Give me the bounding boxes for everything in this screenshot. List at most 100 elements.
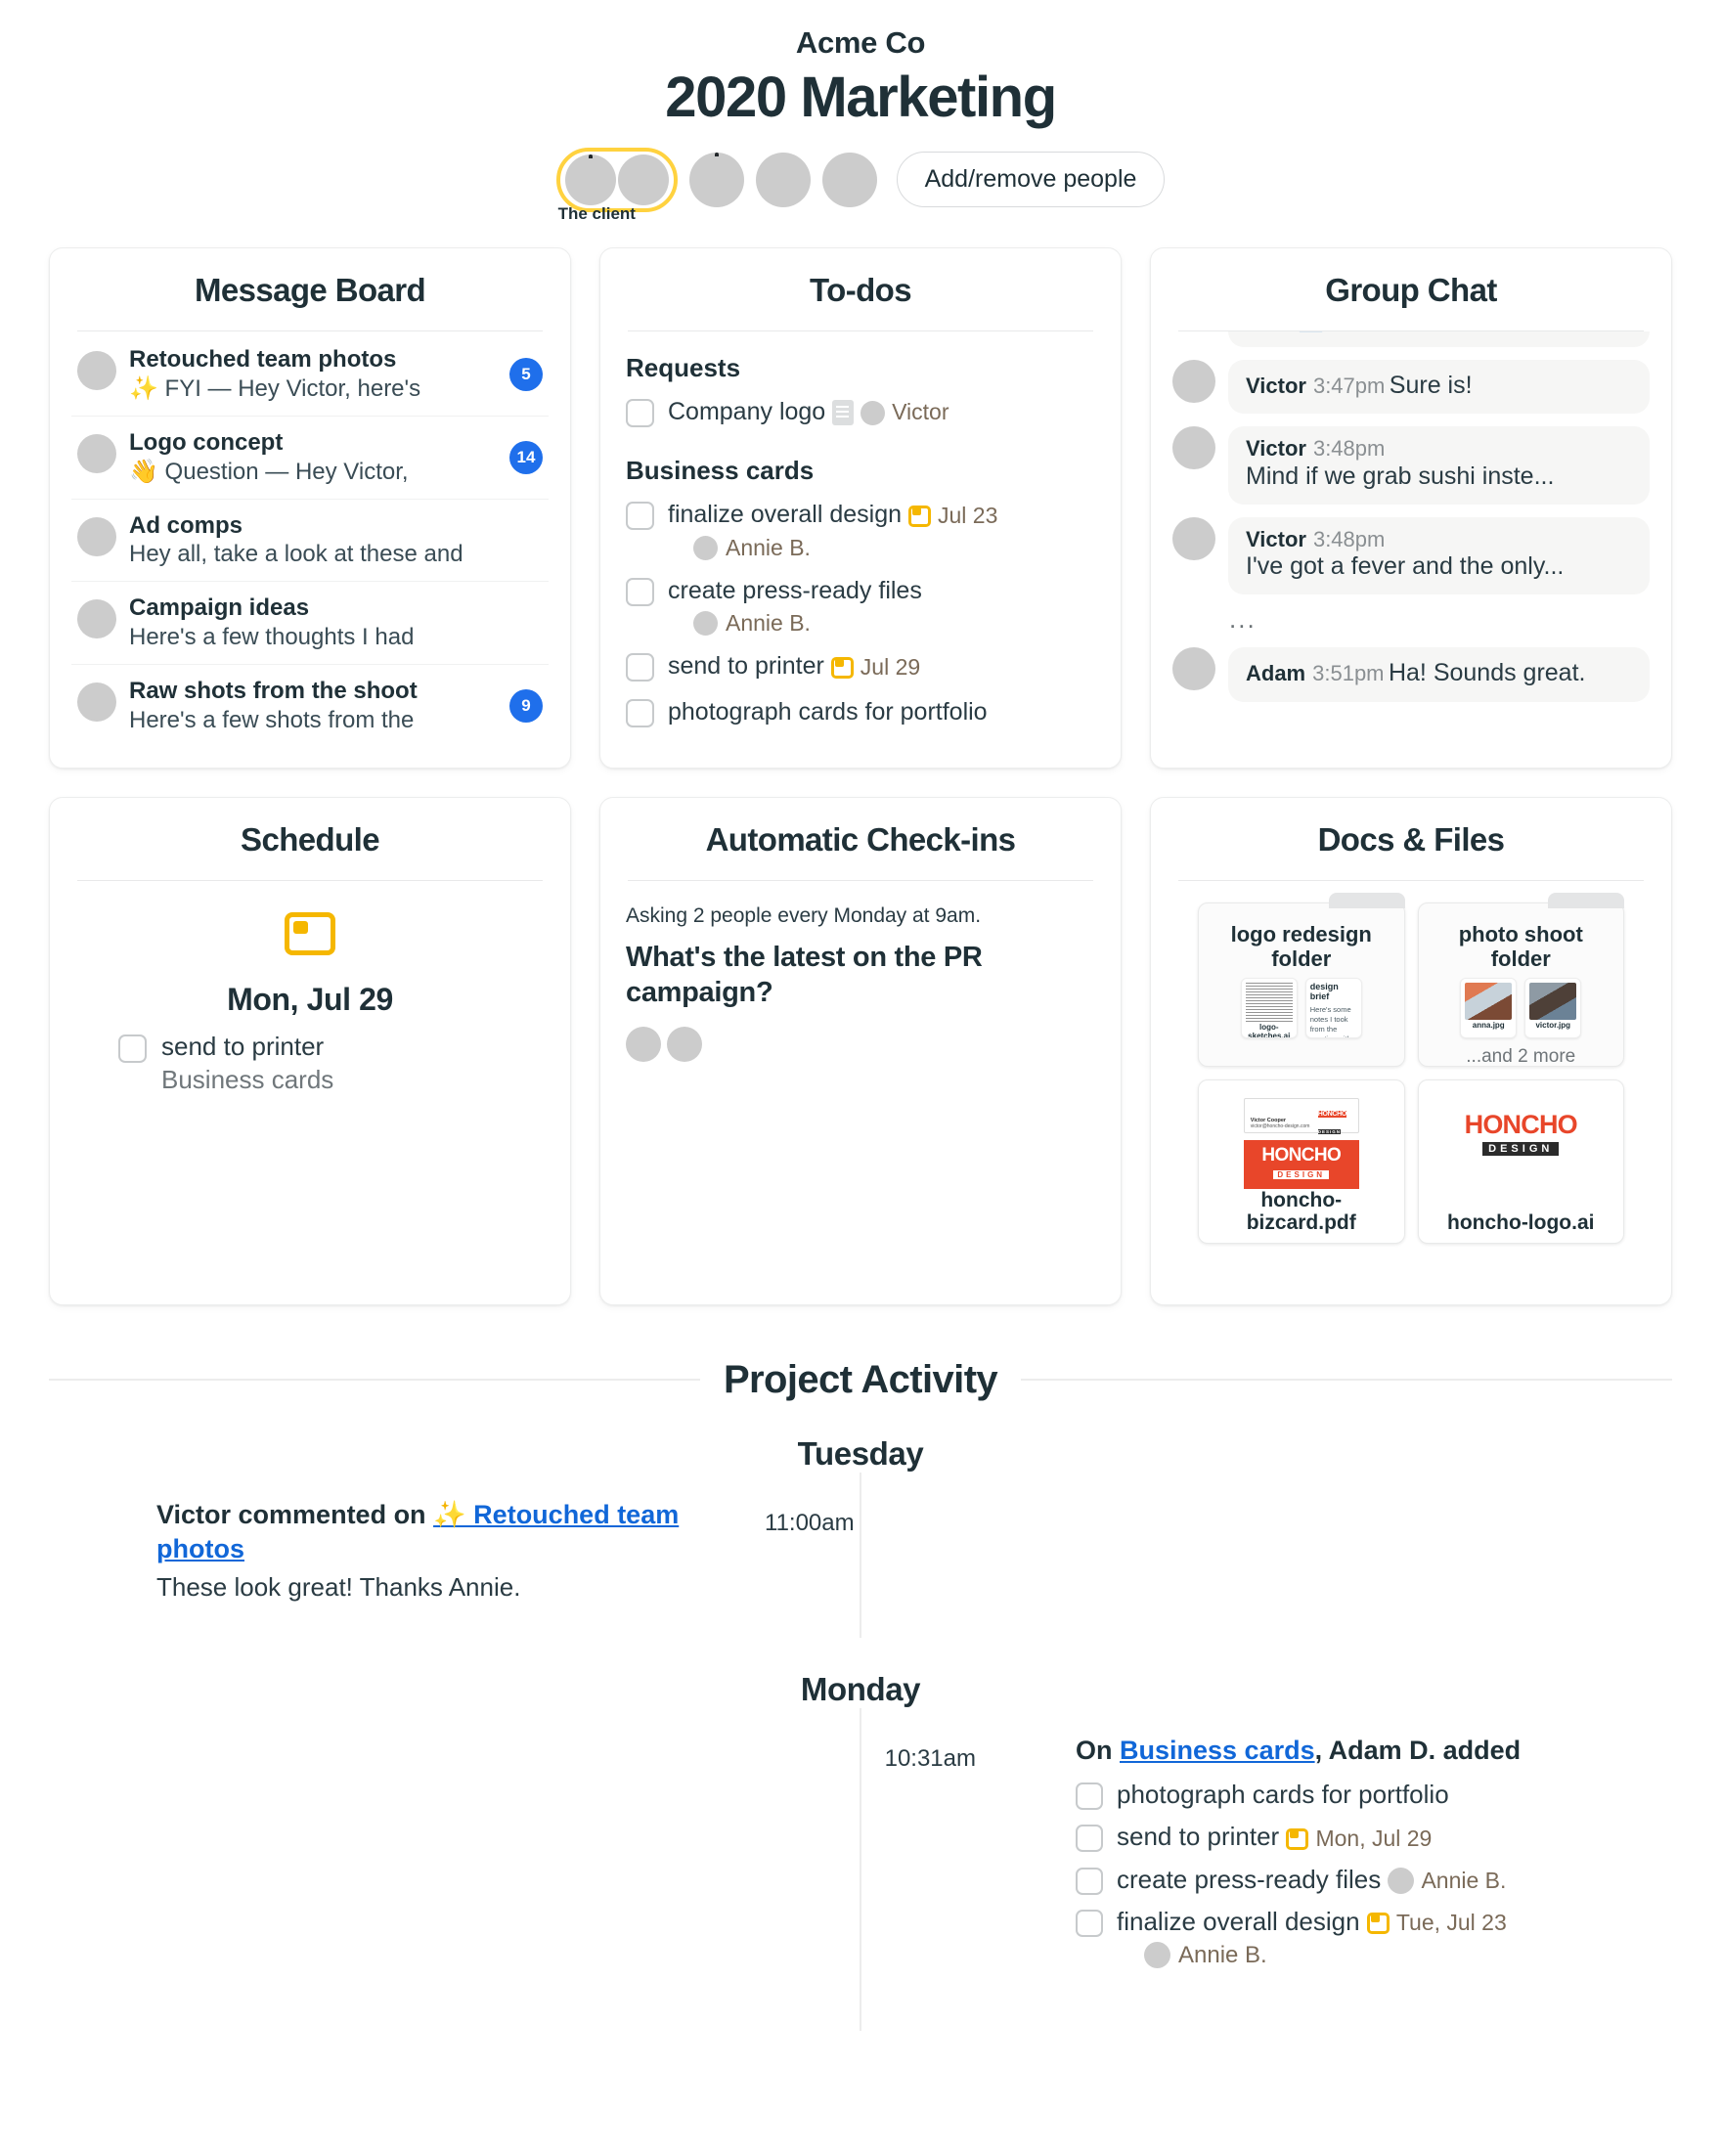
- group-chat-title: Group Chat: [1325, 271, 1497, 308]
- folder-photo-shoot[interactable]: photo shoot folder anna.jpg victor.jpg .…: [1417, 892, 1624, 1067]
- honcho-logo-block: HONCHO DESIGN: [1465, 1111, 1578, 1157]
- checkins-title: Automatic Check-ins: [705, 820, 1016, 858]
- card-group-chat[interactable]: Group Chat Hey 👤 Victor, is 1:00 still l…: [1150, 246, 1672, 769]
- todo-item[interactable]: create press-ready files Annie B.: [1076, 1865, 1643, 1895]
- todo-item[interactable]: Company logo Victor: [622, 389, 1099, 435]
- client-avatar-group[interactable]: The client: [555, 147, 678, 223]
- message-subject: Logo concept: [129, 428, 284, 456]
- list-item[interactable]: Logo concept 👋 Question — Hey Victor, 14: [71, 417, 549, 500]
- card-automatic-checkins[interactable]: Automatic Check-ins Asking 2 people ever…: [599, 796, 1122, 1305]
- todo-text: Company logo: [668, 397, 826, 425]
- chat-message[interactable]: Victor 3:48pm Mind if we grab sushi inste…: [1172, 426, 1650, 505]
- divider: [1178, 879, 1644, 881]
- bizcard-preview: HONCHO DESIGN Victor Cooper victor@honch…: [1243, 1097, 1359, 1134]
- chat-author: Victor: [1246, 526, 1306, 551]
- avatar-annie[interactable]: [755, 152, 811, 207]
- activity-event[interactable]: Victor commented on ✨ Retouched team pho…: [0, 1473, 1721, 1603]
- todo-text: send to printer: [1117, 1822, 1280, 1852]
- checkbox[interactable]: [1076, 1782, 1103, 1811]
- file-thumbnail-design-brief[interactable]: design brief Here's some notes I took fr…: [1304, 978, 1362, 1039]
- divider: [628, 330, 1093, 331]
- avatar: [1388, 1868, 1415, 1895]
- file-honcho-bizcard[interactable]: HONCHO DESIGN Victor Cooper victor@honch…: [1198, 1078, 1405, 1244]
- chat-message[interactable]: Victor 3:47pm Sure is!: [1172, 360, 1650, 415]
- file-thumbnail-caption: anna.jpg: [1472, 1021, 1505, 1031]
- todos-title: To-dos: [810, 271, 912, 308]
- checkbox[interactable]: [1076, 1825, 1103, 1853]
- file-thumbnail-sketches[interactable]: logo-sketches.ai: [1240, 978, 1298, 1039]
- card-message-board[interactable]: Message Board Retouched team photos ✨ FY…: [49, 246, 571, 769]
- card-schedule[interactable]: Schedule Mon, Jul 29 send to printer Bus…: [49, 796, 571, 1305]
- schedule-entry[interactable]: send to printer Business cards: [71, 1032, 549, 1095]
- chat-author: Adam: [1246, 661, 1306, 686]
- avatar-adam: [997, 1734, 1058, 1794]
- activity-headline-prefix: Victor commented on: [156, 1499, 434, 1529]
- avatar-fourth-person[interactable]: [821, 152, 877, 207]
- chat-message[interactable]: Hey 👤 Victor, is 1:00 still lo...: [1172, 330, 1650, 348]
- todo-item[interactable]: finalize overall design Tue, Jul 23 Anni…: [1076, 1907, 1643, 1969]
- chat-scroll-area[interactable]: Hey 👤 Victor, is 1:00 still lo... Victor…: [1172, 330, 1650, 740]
- checkbox[interactable]: [626, 398, 654, 427]
- calendar-icon: [1366, 1912, 1390, 1934]
- todo-text: send to printer: [668, 652, 824, 681]
- checkbox[interactable]: [626, 698, 654, 727]
- activity-timestamp: 11:00am: [765, 1509, 855, 1536]
- activity-link[interactable]: Business cards: [1120, 1736, 1315, 1765]
- todo-item[interactable]: photograph cards for portfolio: [622, 689, 1099, 735]
- avatar-client-woman[interactable]: [564, 154, 616, 205]
- avatar-client-woman: [626, 1027, 661, 1063]
- doc-body: Here's some notes I took from the meetin…: [1309, 1004, 1351, 1037]
- card-docs-files[interactable]: Docs & Files logo redesign folder logo-s…: [1150, 796, 1672, 1305]
- checkbox[interactable]: [626, 577, 654, 606]
- todo-item[interactable]: create press-ready files Annie B.: [622, 568, 1099, 644]
- message-snippet: ✨ FYI — Hey Victor, here's: [129, 374, 421, 402]
- checkbox[interactable]: [1076, 1867, 1103, 1895]
- todo-item[interactable]: finalize overall design Jul 23 Annie B.: [622, 492, 1099, 568]
- list-item[interactable]: Ad comps Hey all, take a look at these a…: [71, 500, 549, 583]
- todo-text: finalize overall design: [668, 501, 903, 529]
- message-snippet: Hey all, take a look at these and: [129, 541, 463, 568]
- todo-due-date: Jul 23: [937, 502, 998, 528]
- todo-assignee: Annie B.: [726, 534, 811, 560]
- todo-item[interactable]: send to printer Mon, Jul 29: [1076, 1822, 1643, 1853]
- message-subject: Campaign ideas: [129, 594, 310, 622]
- file-thumbnail-victor[interactable]: victor.jpg: [1524, 978, 1582, 1039]
- chat-time: 3:48pm: [1312, 526, 1386, 551]
- avatar-adam[interactable]: [688, 152, 744, 207]
- avatar-adam: [1172, 647, 1215, 691]
- todo-item[interactable]: photograph cards for portfolio: [1076, 1780, 1643, 1811]
- file-honcho-logo[interactable]: HONCHO DESIGN honcho-logo.ai: [1417, 1078, 1624, 1244]
- schedule-title: Schedule: [241, 820, 380, 858]
- chat-message[interactable]: Adam 3:51pm Ha! Sounds great.: [1172, 647, 1650, 702]
- add-remove-people-button[interactable]: Add/remove people: [896, 152, 1166, 208]
- folder-name: logo redesign folder: [1230, 921, 1372, 971]
- file-thumbnail-anna[interactable]: anna.jpg: [1460, 978, 1518, 1039]
- avatar-victor: [1172, 360, 1215, 404]
- list-item[interactable]: Raw shots from the shoot Here's a few sh…: [71, 665, 549, 747]
- docs-grid: logo redesign folder logo-sketches.ai de…: [1172, 892, 1650, 1244]
- folder-logo-redesign[interactable]: logo redesign folder logo-sketches.ai de…: [1198, 892, 1405, 1067]
- todo-item[interactable]: send to printer Jul 29: [622, 643, 1099, 689]
- divider: [1021, 1379, 1673, 1382]
- file-name: honcho-bizcard.pdf: [1246, 1188, 1356, 1235]
- calendar-icon: [907, 505, 931, 527]
- avatar: [1144, 1942, 1170, 1969]
- checkbox[interactable]: [118, 1034, 147, 1063]
- checkbox[interactable]: [626, 502, 654, 531]
- message-board-title: Message Board: [194, 271, 426, 308]
- checkins-participants: [626, 1027, 1095, 1063]
- folder-tab-icon: [1328, 892, 1405, 908]
- list-item[interactable]: Retouched team photos ✨ FYI — Hey Victor…: [71, 333, 549, 417]
- list-item[interactable]: Campaign ideas Here's a few thoughts I h…: [71, 582, 549, 666]
- card-todos[interactable]: To-dos Requests Company logo Victor Busi…: [599, 246, 1122, 769]
- avatar-client-man[interactable]: [617, 154, 669, 205]
- dashboard-row-1: Message Board Retouched team photos ✨ FY…: [0, 246, 1721, 769]
- checkbox[interactable]: [626, 653, 654, 682]
- message-subject: Retouched team photos: [129, 345, 397, 373]
- activity-headline-suffix: , Adam D. added: [1314, 1736, 1522, 1766]
- chat-message[interactable]: Victor 3:48pm I've got a fever and the on…: [1172, 516, 1650, 595]
- activity-event[interactable]: 10:31am On Business cards, Adam D. added: [0, 1708, 1721, 1969]
- project-activity-header: Project Activity: [49, 1358, 1673, 1402]
- activity-timestamp: 10:31am: [884, 1745, 976, 1773]
- checkbox[interactable]: [1076, 1909, 1103, 1937]
